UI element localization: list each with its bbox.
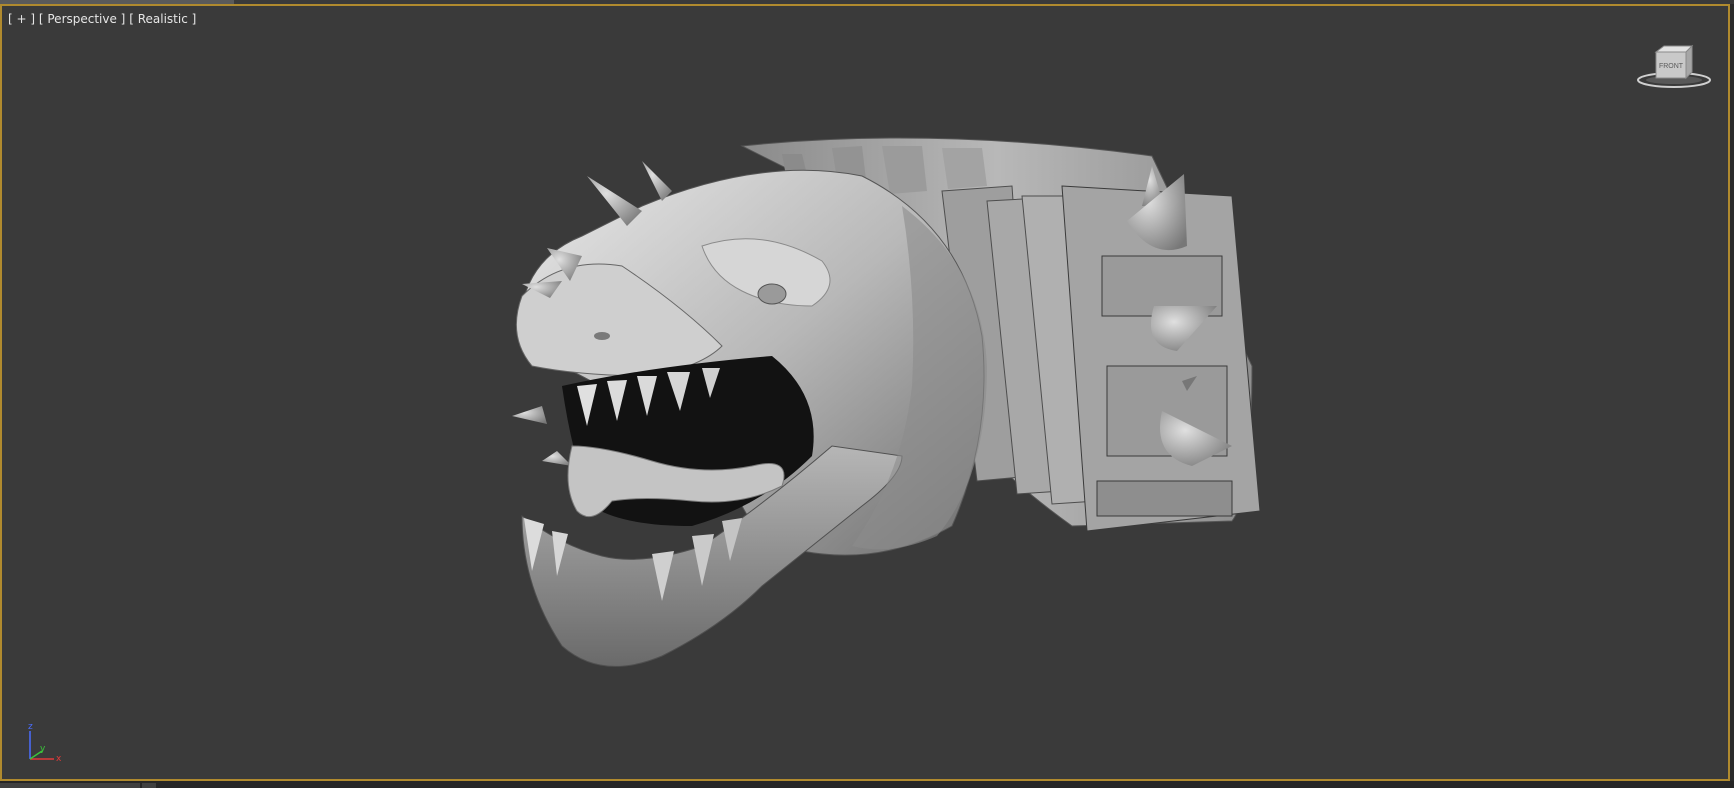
viewcube[interactable]: FRONT <box>1634 40 1714 92</box>
bottom-segment-left[interactable] <box>0 783 140 788</box>
bottom-strip <box>0 781 1734 788</box>
axis-gizmo: z y x <box>28 722 62 764</box>
bottom-segment-small[interactable] <box>142 783 156 788</box>
y-axis-label: y <box>40 744 46 754</box>
viewcube-icon[interactable] <box>1654 44 1694 80</box>
z-axis-label: z <box>28 722 33 732</box>
viewcube-face-label: FRONT <box>1659 63 1684 70</box>
x-axis-label: x <box>56 754 62 764</box>
perspective-viewport[interactable]: [ + ] [ Perspective ] [ Realistic ] FRON… <box>0 4 1730 781</box>
monster-head-model[interactable] <box>2 6 1728 779</box>
